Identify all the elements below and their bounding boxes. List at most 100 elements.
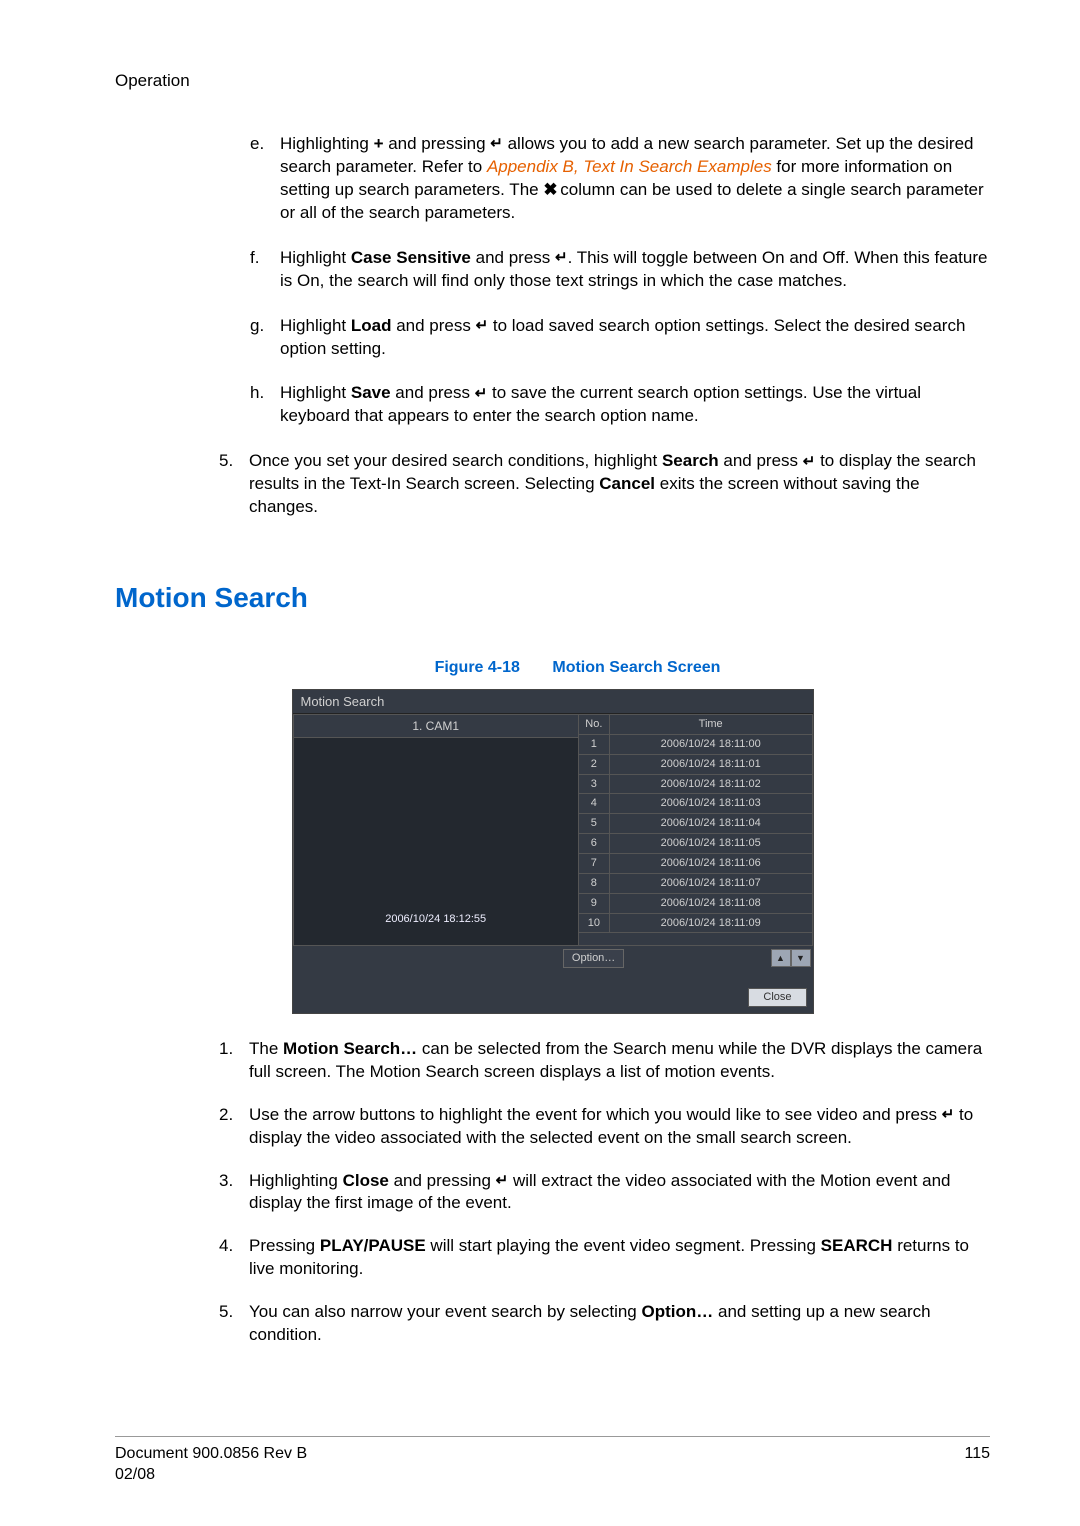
table-row[interactable]: 22006/10/24 18:11:01: [579, 755, 812, 775]
motion-search-screenshot: Motion Search 1. CAM1 2006/10/24 18:12:5…: [292, 689, 814, 1014]
list-item: 3. Highlighting Close and pressing ↵ wil…: [219, 1170, 990, 1216]
list-item-g: g. Highlight Load and press ↵ to load sa…: [250, 315, 990, 361]
col-no: No.: [579, 715, 610, 734]
bold: Save: [351, 383, 391, 402]
text: Highlight: [280, 316, 351, 335]
text: will start playing the event video segme…: [426, 1236, 821, 1255]
item-body: Highlighting Close and pressing ↵ will e…: [249, 1170, 990, 1216]
cell-time: 2006/10/24 18:11:06: [610, 854, 812, 873]
enter-icon: ↵: [555, 248, 568, 268]
option-button[interactable]: Option…: [563, 949, 624, 968]
table-row[interactable]: 32006/10/24 18:11:02: [579, 775, 812, 795]
table-row[interactable]: 12006/10/24 18:11:00: [579, 735, 812, 755]
marker: e.: [250, 133, 280, 225]
section-heading: Motion Search: [115, 579, 990, 617]
item-body: You can also narrow your event search by…: [249, 1301, 990, 1347]
cell-time: 2006/10/24 18:11:03: [610, 794, 812, 813]
list-item: 5. You can also narrow your event search…: [219, 1301, 990, 1347]
page-footer: Document 900.0856 Rev B 02/08 115: [115, 1436, 990, 1486]
text: Highlighting: [280, 134, 374, 153]
cell-time: 2006/10/24 18:11:02: [610, 775, 812, 794]
doc-id: Document 900.0856 Rev B: [115, 1443, 307, 1465]
text: Use the arrow buttons to highlight the e…: [249, 1105, 942, 1124]
table-row[interactable]: 102006/10/24 18:11:09: [579, 914, 812, 934]
list-item-5: 5. Once you set your desired search cond…: [219, 450, 990, 519]
scroll-up-button[interactable]: ▲: [771, 949, 791, 967]
enter-icon: ↵: [475, 384, 488, 404]
list-item-f: f. Highlight Case Sensitive and press ↵.…: [250, 247, 990, 293]
item-body: Highlighting + and pressing ↵ allows you…: [280, 133, 990, 225]
scroll-down-button[interactable]: ▼: [791, 949, 811, 967]
delete-icon: ✖: [543, 179, 555, 202]
text: The: [249, 1039, 283, 1058]
figure-title: Motion Search Screen: [552, 659, 720, 676]
text: and press: [719, 451, 803, 470]
table-row[interactable]: 42006/10/24 18:11:03: [579, 794, 812, 814]
cell-time: 2006/10/24 18:11:04: [610, 814, 812, 833]
figure-caption: Figure 4-18 Motion Search Screen: [165, 657, 990, 679]
col-time: Time: [610, 715, 812, 734]
list-item-e: e. Highlighting + and pressing ↵ allows …: [250, 133, 990, 225]
item-body: Use the arrow buttons to highlight the e…: [249, 1104, 990, 1150]
cell-no: 9: [579, 894, 610, 913]
cell-time: 2006/10/24 18:11:07: [610, 874, 812, 893]
enter-icon: ↵: [476, 316, 489, 336]
text: and pressing: [389, 1171, 496, 1190]
marker: 2.: [219, 1104, 249, 1150]
item-body: Highlight Load and press ↵ to load saved…: [280, 315, 990, 361]
cell-no: 6: [579, 834, 610, 853]
marker: 5.: [219, 450, 249, 519]
bold: Case Sensitive: [351, 248, 471, 267]
cell-time: 2006/10/24 18:11:00: [610, 735, 812, 754]
text: Highlight: [280, 248, 351, 267]
list-item: 4. Pressing PLAY/PAUSE will start playin…: [219, 1235, 990, 1281]
cell-no: 8: [579, 874, 610, 893]
text: Once you set your desired search conditi…: [249, 451, 662, 470]
cell-time: 2006/10/24 18:11:08: [610, 894, 812, 913]
cell-no: 2: [579, 755, 610, 774]
bold: Option…: [642, 1302, 714, 1321]
table-row[interactable]: 52006/10/24 18:11:04: [579, 814, 812, 834]
appendix-link[interactable]: Appendix B, Text In Search Examples: [487, 157, 772, 176]
preview-timestamp: 2006/10/24 18:12:55: [385, 912, 486, 927]
text: and pressing: [384, 134, 491, 153]
table-header: No. Time: [579, 715, 812, 735]
preview-pane: 2006/10/24 18:12:55: [294, 738, 578, 945]
text: Highlight: [280, 383, 351, 402]
marker: f.: [250, 247, 280, 293]
text: and press: [471, 248, 555, 267]
plus-sign: +: [374, 134, 384, 153]
text: You can also narrow your event search by…: [249, 1302, 642, 1321]
marker: 4.: [219, 1235, 249, 1281]
enter-icon: ↵: [490, 134, 503, 154]
doc-date: 02/08: [115, 1464, 307, 1486]
cell-no: 4: [579, 794, 610, 813]
bold: Load: [351, 316, 392, 335]
bold: SEARCH: [821, 1236, 893, 1255]
table-row[interactable]: 82006/10/24 18:11:07: [579, 874, 812, 894]
table-row[interactable]: 72006/10/24 18:11:06: [579, 854, 812, 874]
cell-no: 3: [579, 775, 610, 794]
item-body: The Motion Search… can be selected from …: [249, 1038, 990, 1084]
bold: PLAY/PAUSE: [320, 1236, 426, 1255]
camera-label: 1. CAM1: [294, 715, 578, 738]
results-table: No. Time 12006/10/24 18:11:00 22006/10/2…: [579, 715, 812, 945]
cell-time: 2006/10/24 18:11:01: [610, 755, 812, 774]
marker: h.: [250, 382, 280, 428]
header-section: Operation: [115, 70, 990, 93]
enter-icon: ↵: [942, 1105, 955, 1125]
list-item: 1. The Motion Search… can be selected fr…: [219, 1038, 990, 1084]
cell-no: 5: [579, 814, 610, 833]
item-body: Highlight Save and press ↵ to save the c…: [280, 382, 990, 428]
list-item-h: h. Highlight Save and press ↵ to save th…: [250, 382, 990, 428]
table-row[interactable]: 92006/10/24 18:11:08: [579, 894, 812, 914]
enter-icon: ↵: [803, 452, 816, 472]
list-item: 2. Use the arrow buttons to highlight th…: [219, 1104, 990, 1150]
table-row[interactable]: 62006/10/24 18:11:05: [579, 834, 812, 854]
item-body: Once you set your desired search conditi…: [249, 450, 990, 519]
close-button[interactable]: Close: [748, 988, 806, 1007]
cell-time: 2006/10/24 18:11:09: [610, 914, 812, 933]
marker: 1.: [219, 1038, 249, 1084]
item-body: Highlight Case Sensitive and press ↵. Th…: [280, 247, 990, 293]
item-body: Pressing PLAY/PAUSE will start playing t…: [249, 1235, 990, 1281]
